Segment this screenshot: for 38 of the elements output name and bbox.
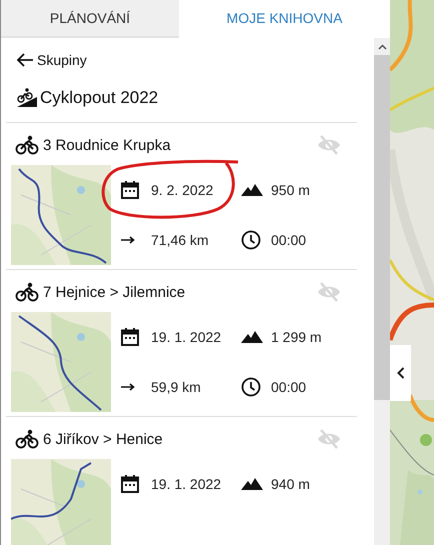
arrow-left-icon xyxy=(16,53,34,67)
hidden-eye-icon[interactable] xyxy=(317,282,341,302)
hidden-eye-icon[interactable] xyxy=(317,429,341,449)
route-distance: 59,9 km xyxy=(151,379,202,395)
bicycle-icon xyxy=(15,429,39,449)
calendar-icon xyxy=(121,475,139,493)
chevron-left-icon xyxy=(396,367,404,379)
cyclist-uphill-icon xyxy=(16,88,38,108)
route-date: 19. 1. 2022 xyxy=(151,476,222,492)
clock-icon xyxy=(241,230,261,250)
route-ascent: 1 299 m xyxy=(271,329,322,345)
scrollbar-thumb[interactable] xyxy=(374,55,390,400)
route-title[interactable]: 6 Jiříkov > Henice xyxy=(43,430,313,448)
route-duration: 00:00 xyxy=(271,232,308,248)
route-ascent: 950 m xyxy=(271,182,310,198)
route-ascent: 940 m xyxy=(271,476,310,492)
scroll-up-icon[interactable] xyxy=(378,44,386,50)
calendar-icon xyxy=(121,328,139,346)
mountain-icon xyxy=(241,184,263,196)
calendar-icon xyxy=(121,181,139,199)
clock-icon xyxy=(241,377,261,397)
route-title[interactable]: 3 Roudnice Krupka xyxy=(43,136,313,154)
bicycle-icon xyxy=(15,282,39,302)
tab[interactable]: PLÁNOVÁNÍ xyxy=(1,0,179,38)
group-title: Cyklopout 2022 xyxy=(40,88,158,108)
mountain-icon xyxy=(241,478,263,490)
mountain-icon xyxy=(241,331,263,343)
route-date: 9. 2. 2022 xyxy=(151,182,214,198)
route-duration: 00:00 xyxy=(271,379,308,395)
route-title[interactable]: 7 Hejnice > Jilemnice xyxy=(43,284,313,300)
collapse-panel-button[interactable] xyxy=(390,345,411,401)
bicycle-icon xyxy=(15,135,39,155)
route-distance: 71,46 km xyxy=(151,232,210,248)
route-date: 19. 1. 2022 xyxy=(151,329,222,345)
arrow-right-icon xyxy=(121,383,135,391)
arrow-right-icon xyxy=(121,236,135,244)
back-link[interactable]: Skupiny xyxy=(16,52,87,68)
hidden-eye-icon[interactable] xyxy=(317,135,341,155)
